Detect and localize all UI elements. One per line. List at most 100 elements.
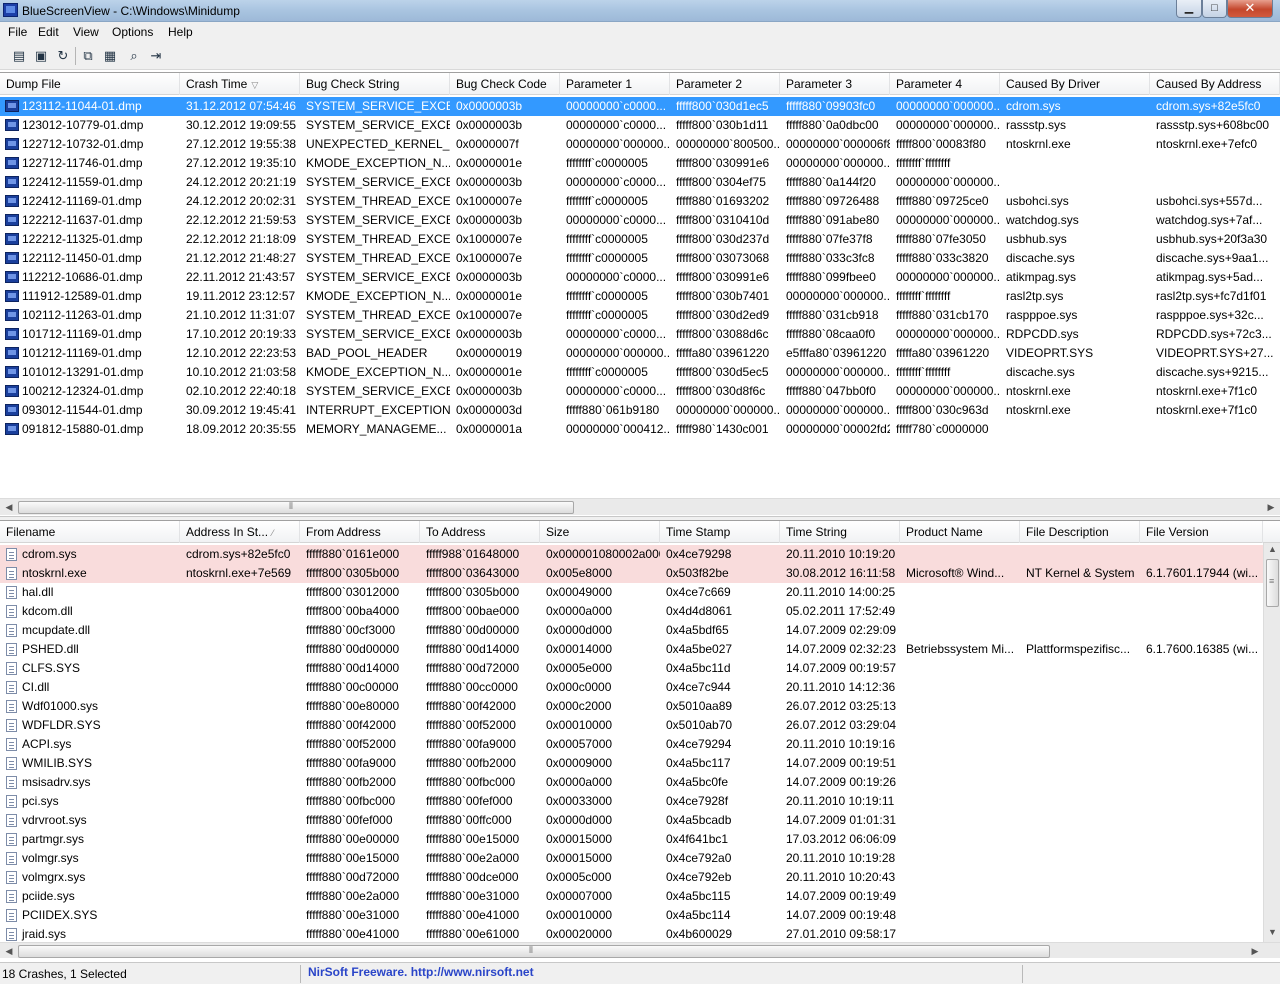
driver-row[interactable]: partmgr.sys fffff880`00e00000 fffff880`00e… — [0, 830, 1263, 849]
crash-row[interactable]: 123012-10779-01.dmp 30.12.2012 19:09:55 SY… — [0, 116, 1280, 135]
driver-row[interactable]: pci.sys fffff880`00fbc000 fffff880`00fef00… — [0, 792, 1263, 811]
driver-list-vscroll[interactable]: ▲ ≡ ▼ — [1263, 543, 1280, 942]
cell-filename: partmgr.sys — [22, 832, 85, 846]
driver-row[interactable]: volmgrx.sys fffff880`00d72000 fffff880`00d… — [0, 868, 1263, 887]
crash-row[interactable]: 122412-11169-01.dmp 24.12.2012 20:02:31 SY… — [0, 192, 1280, 211]
driver-row[interactable]: CLFS.SYS fffff880`00d14000 fffff880`00d720… — [0, 659, 1263, 678]
scroll-left-icon[interactable]: ◀ — [2, 501, 16, 514]
crash-row[interactable]: 100212-12324-01.dmp 02.10.2012 22:40:18 SY… — [0, 382, 1280, 401]
minimize-button[interactable]: ▁ — [1176, 0, 1202, 18]
col-crash-time[interactable]: Crash Time ▽ — [180, 73, 300, 95]
col-from-address[interactable]: From Address — [300, 521, 420, 543]
col-parameter-1[interactable]: Parameter 1 — [560, 73, 670, 95]
find-icon[interactable]: ⌕ — [124, 46, 144, 66]
crash-row[interactable]: 122212-11637-01.dmp 22.12.2012 21:59:53 SY… — [0, 211, 1280, 230]
col-size[interactable]: Size — [540, 521, 660, 543]
col-dump-file[interactable]: Dump File — [0, 73, 180, 95]
col-time-stamp[interactable]: Time Stamp — [660, 521, 780, 543]
col-product-name[interactable]: Product Name — [900, 521, 1020, 543]
menu-view[interactable]: View — [73, 25, 99, 39]
scroll-thumb[interactable]: ≡ — [1266, 559, 1279, 607]
cell-address-in-stack — [180, 583, 300, 602]
scroll-right-icon[interactable]: ▶ — [1264, 501, 1278, 514]
crash-row[interactable]: 101212-11169-01.dmp 12.10.2012 22:23:53 BA… — [0, 344, 1280, 363]
cell-size: 0x00014000 — [546, 642, 613, 656]
scroll-left-icon[interactable]: ◀ — [2, 945, 16, 958]
exit-icon[interactable]: ⇥ — [146, 46, 166, 66]
col-parameter-2[interactable]: Parameter 2 — [670, 73, 780, 95]
crash-row[interactable]: 111912-12589-01.dmp 19.11.2012 23:12:57 KM… — [0, 287, 1280, 306]
cell-time-stamp: 0x4f641bc1 — [666, 832, 729, 846]
driver-list[interactable]: Filename Address In St... ⁄ From Address … — [0, 520, 1280, 958]
col-bug-check-string[interactable]: Bug Check String — [300, 73, 450, 95]
cell-time-string: 14.07.2009 02:29:09 — [786, 623, 897, 637]
driver-row[interactable]: WDFLDR.SYS fffff880`00f42000 fffff880`00f5… — [0, 716, 1263, 735]
cell-parameter-2: fffff800`03073068 — [676, 251, 770, 265]
col-address-in-stack[interactable]: Address In St... ⁄ — [180, 521, 300, 543]
close-button[interactable]: ✕ — [1227, 0, 1273, 18]
crash-list-hscroll[interactable]: ◀ ⦀ ▶ — [0, 498, 1280, 515]
menu-options[interactable]: Options — [112, 25, 153, 39]
driver-row[interactable]: PCIIDEX.SYS fffff880`00e31000 fffff880`00e… — [0, 906, 1263, 925]
cell-parameter-4: 00000000`000000... — [896, 384, 1000, 398]
scroll-thumb[interactable]: ⦀ — [18, 945, 1050, 958]
crash-row[interactable]: 112212-10686-01.dmp 22.11.2012 21:43:57 SY… — [0, 268, 1280, 287]
report-icon[interactable]: ▦ — [100, 46, 120, 66]
scroll-right-icon[interactable]: ▶ — [1248, 945, 1262, 958]
crash-row[interactable]: 122212-11325-01.dmp 22.12.2012 21:18:09 SY… — [0, 230, 1280, 249]
driver-row[interactable]: CI.dll fffff880`00c00000 fffff880`00cc0000… — [0, 678, 1263, 697]
properties-icon[interactable]: ▤ — [9, 46, 29, 66]
driver-row[interactable]: vdrvroot.sys fffff880`00fef000 fffff880`00… — [0, 811, 1263, 830]
save-icon[interactable]: ▣ — [31, 46, 51, 66]
scroll-up-icon[interactable]: ▲ — [1266, 544, 1279, 558]
col-caused-by-address[interactable]: Caused By Address — [1150, 73, 1280, 95]
driver-row[interactable]: volmgr.sys fffff880`00e15000 fffff880`00e2… — [0, 849, 1263, 868]
col-file-version[interactable]: File Version — [1140, 521, 1263, 543]
crash-row[interactable]: 122412-11559-01.dmp 24.12.2012 20:21:19 SY… — [0, 173, 1280, 192]
driver-row[interactable]: hal.dll fffff800`03012000 fffff800`0305b00… — [0, 583, 1263, 602]
menu-edit[interactable]: Edit — [38, 25, 59, 39]
driver-row[interactable]: Wdf01000.sys fffff880`00e80000 fffff880`00… — [0, 697, 1263, 716]
crash-row[interactable]: 102112-11263-01.dmp 21.10.2012 11:31:07 SY… — [0, 306, 1280, 325]
col-to-address[interactable]: To Address — [420, 521, 540, 543]
driver-row[interactable]: pciide.sys fffff880`00e2a000 fffff880`00e3… — [0, 887, 1263, 906]
driver-row[interactable]: msisadrv.sys fffff880`00fb2000 fffff880`00… — [0, 773, 1263, 792]
nirsoft-link[interactable]: NirSoft Freeware. http://www.nirsoft.net — [308, 965, 534, 979]
crash-row[interactable]: 122712-11746-01.dmp 27.12.2012 19:35:10 KM… — [0, 154, 1280, 173]
menu-help[interactable]: Help — [168, 25, 193, 39]
crash-row[interactable]: 123112-11044-01.dmp 31.12.2012 07:54:46 SY… — [0, 97, 1280, 116]
menu-file[interactable]: File — [8, 25, 27, 39]
crash-row[interactable]: 101712-11169-01.dmp 17.10.2012 20:19:33 SY… — [0, 325, 1280, 344]
driver-row[interactable]: WMILIB.SYS fffff880`00fa9000 fffff880`00fb… — [0, 754, 1263, 773]
col-bug-check-code[interactable]: Bug Check Code — [450, 73, 560, 95]
driver-list-hscroll[interactable]: ◀ ⦀ ▶ — [0, 942, 1280, 958]
crash-row[interactable]: 091812-15880-01.dmp 18.09.2012 20:35:55 ME… — [0, 420, 1280, 439]
app-icon[interactable] — [3, 3, 18, 17]
maximize-button[interactable]: □ — [1202, 0, 1227, 18]
refresh-icon[interactable]: ↻ — [53, 46, 73, 66]
col-parameter-3[interactable]: Parameter 3 — [780, 73, 890, 95]
col-filename[interactable]: Filename — [0, 521, 180, 543]
driver-row[interactable]: mcupdate.dll fffff880`00cf3000 fffff880`00… — [0, 621, 1263, 640]
driver-row[interactable]: ACPI.sys fffff880`00f52000 fffff880`00fa90… — [0, 735, 1263, 754]
scroll-down-icon[interactable]: ▼ — [1266, 927, 1279, 941]
col-time-string[interactable]: Time String — [780, 521, 900, 543]
crash-row[interactable]: 122112-11450-01.dmp 21.12.2012 21:48:27 SY… — [0, 249, 1280, 268]
driver-row[interactable]: PSHED.dll fffff880`00d00000 fffff880`00d14… — [0, 640, 1263, 659]
crash-row[interactable]: 101012-13291-01.dmp 10.10.2012 21:03:58 KM… — [0, 363, 1280, 382]
crash-row[interactable]: 093012-11544-01.dmp 30.09.2012 19:45:41 IN… — [0, 401, 1280, 420]
cell-caused-by-address: discache.sys+9215... — [1156, 365, 1269, 379]
crash-row[interactable]: 122712-10732-01.dmp 27.12.2012 19:55:38 UN… — [0, 135, 1280, 154]
crash-list[interactable]: Dump File Crash Time ▽ Bug Check String B… — [0, 72, 1280, 516]
col-parameter-4[interactable]: Parameter 4 — [890, 73, 1000, 95]
col-file-description[interactable]: File Description — [1020, 521, 1140, 543]
cell-caused-by-driver: rassstp.sys — [1006, 118, 1067, 132]
driver-row[interactable]: cdrom.sys cdrom.sys+82e5fc0 fffff880`0161e… — [0, 545, 1263, 564]
col-caused-by-driver[interactable]: Caused By Driver — [1000, 73, 1150, 95]
cell-dump-file: 122212-11637-01.dmp — [22, 213, 143, 227]
driver-row[interactable]: kdcom.dll fffff800`00ba4000 fffff800`00bae… — [0, 602, 1263, 621]
cell-time-string: 14.07.2009 02:32:23 — [786, 642, 897, 656]
driver-row[interactable]: ntoskrnl.exe ntoskrnl.exe+7e569 fffff800`0… — [0, 564, 1263, 583]
scroll-thumb[interactable]: ⦀ — [18, 501, 574, 514]
copy-icon[interactable]: ⧉ — [78, 46, 98, 66]
